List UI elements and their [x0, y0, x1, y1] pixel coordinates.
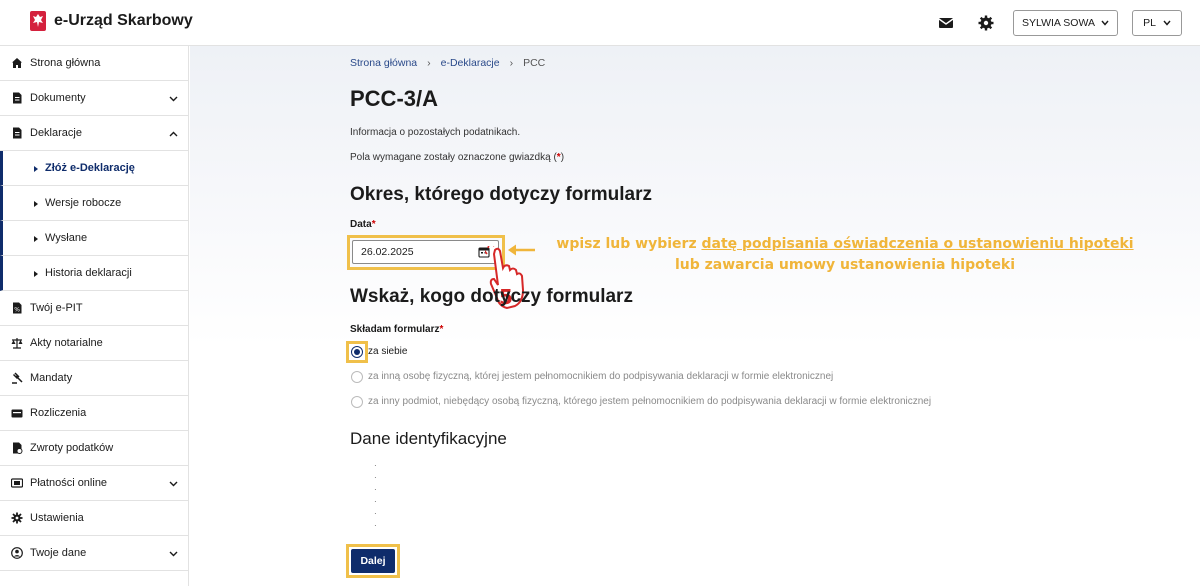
date-field-label: Data* [350, 219, 376, 230]
submit-as-label-text: Składam formularz [350, 324, 440, 335]
chevron-down-icon [1163, 20, 1171, 26]
sidebar-item-label: Wersje robocze [45, 197, 122, 209]
chevron-down-icon [169, 481, 178, 487]
sidebar-item-label: Twój e-PIT [30, 302, 83, 314]
form-info-text: Informacja o pozostałych podatnikach. [350, 127, 521, 138]
submit-as-label: Składam formularz* [350, 324, 443, 335]
scales-icon [11, 338, 23, 349]
chevron-up-icon [169, 131, 178, 137]
annotation-underlined-text: datę podpisania oświadczenia o ustanowie… [701, 236, 1134, 252]
section-heading-period: Okres, którego dotyczy formularz [350, 184, 652, 205]
sidebar-item-declarations[interactable]: Deklaracje [0, 116, 188, 151]
sidebar-item-label: Historia deklaracji [45, 267, 132, 279]
eagle-emblem-icon [30, 11, 46, 31]
payment-icon [11, 478, 23, 488]
required-asterisk: * [439, 324, 444, 335]
svg-text:%: % [14, 307, 20, 314]
home-icon [12, 58, 22, 68]
radio-self[interactable] [351, 346, 363, 358]
sidebar-item-label: Strona główna [30, 57, 101, 69]
triangle-right-icon [34, 201, 38, 207]
breadcrumb-home-link[interactable]: Strona główna [350, 57, 417, 69]
date-label-text: Data [350, 219, 372, 230]
top-header: e-Urząd Skarbowy SYLWIA SOWA PL [0, 0, 1200, 46]
sidebar-subitem-history[interactable]: Historia deklaracji [0, 256, 188, 291]
sidebar-item-online-payments[interactable]: Płatności online [0, 466, 188, 501]
sidebar-item-settlements[interactable]: Rozliczenia [0, 396, 188, 431]
instruction-annotation: wpisz lub wybierz datę podpisania oświad… [535, 234, 1155, 276]
tax-document-icon: % [13, 302, 22, 314]
breadcrumb-edeclarations-link[interactable]: e-Deklaracje [441, 57, 500, 69]
required-note-text: Pola wymagane zostały oznaczone gwiazdką… [350, 152, 557, 163]
radio-other-person[interactable] [351, 371, 363, 383]
language-select[interactable]: PL [1132, 10, 1182, 36]
sidebar-nav: Strona główna Dokumenty Deklaracje Złóż … [0, 46, 189, 586]
sidebar-item-label: Ustawienia [30, 512, 84, 524]
sidebar-subitem-submit-declaration[interactable]: Złóż e-Deklarację [0, 151, 188, 186]
chevron-down-icon [169, 551, 178, 557]
chevron-down-icon [1101, 20, 1109, 26]
sidebar-item-tax-refunds[interactable]: Zwroty podatków [0, 431, 188, 466]
breadcrumb: Strona główna › e-Deklaracje › PCC [350, 57, 545, 69]
annotation-text: lub zawarcia umowy ustanowienia hipoteki [674, 257, 1016, 273]
gear-icon [11, 512, 23, 524]
date-value: 26.02.2025 [361, 246, 414, 258]
refund-icon [13, 442, 23, 454]
sidebar-item-your-data[interactable]: Twoje dane [0, 536, 188, 571]
wallet-icon [11, 409, 23, 418]
radio-other-person-label: za inną osobę fizyczną, której jestem pe… [368, 371, 834, 382]
breadcrumb-separator: › [509, 57, 514, 69]
sidebar-subitem-sent[interactable]: Wysłane [0, 221, 188, 256]
section-heading-who: Wskaż, kogo dotyczy formularz [350, 286, 633, 307]
document-icon [13, 92, 22, 104]
sidebar-item-label: Deklaracje [30, 127, 82, 139]
triangle-right-icon [34, 236, 38, 242]
chevron-down-icon [169, 96, 178, 102]
document-icon [13, 127, 22, 139]
user-icon [11, 547, 23, 559]
sidebar-item-label: Dokumenty [30, 92, 86, 104]
required-note-text: ) [560, 152, 565, 163]
sidebar-subitem-drafts[interactable]: Wersje robocze [0, 186, 188, 221]
radio-self-label: za siebie [368, 346, 408, 357]
ellipsis-dots: · · · · · · [374, 461, 377, 530]
sidebar-item-label: Złóż e-Deklarację [45, 162, 135, 174]
sidebar-item-label: Zwroty podatków [30, 442, 114, 454]
brand-title: e-Urząd Skarbowy [54, 12, 193, 29]
language-value: PL [1143, 17, 1156, 29]
mail-icon[interactable] [937, 14, 955, 32]
next-button[interactable]: Dalej [351, 549, 395, 573]
gavel-icon [12, 372, 23, 384]
radio-other-entity-label: za inny podmiot, niebędący osobą fizyczn… [368, 396, 932, 407]
required-asterisk: * [371, 219, 376, 230]
user-menu-button[interactable]: SYLWIA SOWA [1013, 10, 1118, 36]
sidebar-item-label: Rozliczenia [30, 407, 87, 419]
sidebar-item-label: Wysłane [45, 232, 88, 244]
date-input[interactable]: 26.02.2025 [352, 240, 499, 264]
sidebar-item-label: Płatności online [30, 477, 108, 489]
page-title: PCC-3/A [350, 86, 439, 111]
required-fields-note: Pola wymagane zostały oznaczone gwiazdką… [350, 152, 564, 163]
sidebar-item-label: Akty notarialne [30, 337, 103, 349]
user-name: SYLWIA SOWA [1022, 17, 1095, 29]
annotation-text: wpisz lub wybierz [556, 236, 702, 252]
gear-icon[interactable] [977, 14, 995, 32]
sidebar-item-epit[interactable]: % Twój e-PIT [0, 291, 188, 326]
sidebar-item-documents[interactable]: Dokumenty [0, 81, 188, 116]
sidebar-item-home[interactable]: Strona główna [0, 46, 188, 81]
triangle-right-icon [34, 271, 38, 277]
main-content: Strona główna › e-Deklaracje › PCC PCC-3… [190, 46, 1200, 586]
sidebar-item-label: Twoje dane [30, 547, 87, 559]
sidebar-item-notarial-acts[interactable]: Akty notarialne [0, 326, 188, 361]
sidebar-item-label: Mandaty [30, 372, 73, 384]
sidebar-item-fines[interactable]: Mandaty [0, 361, 188, 396]
brand[interactable]: e-Urząd Skarbowy [30, 11, 193, 31]
triangle-right-icon [34, 166, 38, 172]
radio-other-entity[interactable] [351, 396, 363, 408]
breadcrumb-current: PCC [523, 57, 546, 69]
section-heading-identification: Dane identyfikacyjne [350, 429, 507, 448]
breadcrumb-separator: › [427, 57, 431, 69]
sidebar-item-settings[interactable]: Ustawienia [0, 501, 188, 536]
